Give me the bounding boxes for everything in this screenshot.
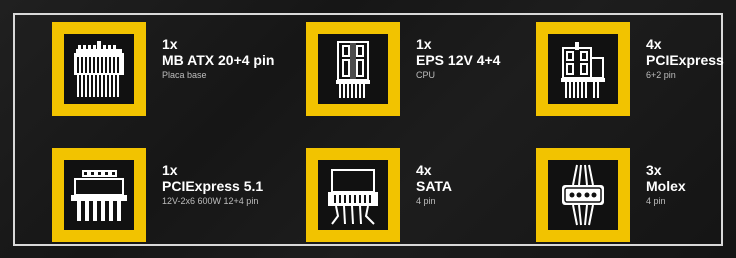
connector-item-eps: 1x EPS 12V 4+4 CPU: [306, 22, 526, 116]
connector-text: 1x PCIExpress 5.1 12V-2x6 600W 12+4 pin: [162, 162, 263, 207]
connector-text: 4x SATA 4 pin: [416, 162, 452, 207]
connector-sub: 4 pin: [416, 196, 436, 206]
connector-text: 3x Molex 4 pin: [646, 162, 686, 207]
connector-qty: 3x: [646, 162, 662, 178]
connector-item-sata: 4x SATA 4 pin: [306, 148, 526, 242]
connector-name: MB ATX 20+4 pin: [162, 52, 275, 68]
connector-sub: 6+2 pin: [646, 70, 676, 80]
connector-qty: 1x: [416, 36, 432, 52]
pcie-12vhpwr-connector-icon: [52, 148, 146, 242]
connector-qty: 4x: [416, 162, 432, 178]
molex-connector-icon: [536, 148, 630, 242]
eps-8pin-connector-icon: [306, 22, 400, 116]
connector-name: PCIExpress: [646, 52, 724, 68]
pcie-6plus2-connector-icon: [536, 22, 630, 116]
connector-text: 1x MB ATX 20+4 pin Placa base: [162, 36, 274, 81]
connector-sub: Placa base: [162, 70, 207, 80]
connector-name: Molex: [646, 178, 686, 194]
connector-sub: CPU: [416, 70, 436, 80]
sata-connector-icon: [306, 148, 400, 242]
atx-24pin-connector-icon: [52, 22, 146, 116]
connector-sub: 12V-2x6 600W 12+4 pin: [162, 196, 259, 206]
connector-name: EPS 12V 4+4: [416, 52, 501, 68]
connector-item-molex: 3x Molex 4 pin: [536, 148, 736, 242]
connector-item-pcie51: 1x PCIExpress 5.1 12V-2x6 600W 12+4 pin: [52, 148, 272, 242]
connector-sub: 4 pin: [646, 196, 666, 206]
connector-text: 1x EPS 12V 4+4 CPU: [416, 36, 500, 81]
connector-item-atx: 1x MB ATX 20+4 pin Placa base: [52, 22, 274, 116]
connector-text: 4x PCIExpress 6+2 pin: [646, 36, 724, 81]
connector-qty: 1x: [162, 162, 178, 178]
connector-name: SATA: [416, 178, 453, 194]
connector-item-pcie: 4x PCIExpress 6+2 pin: [536, 22, 736, 116]
connector-qty: 1x: [162, 36, 178, 52]
connector-name: PCIExpress 5.1: [162, 178, 264, 194]
connector-qty: 4x: [646, 36, 662, 52]
